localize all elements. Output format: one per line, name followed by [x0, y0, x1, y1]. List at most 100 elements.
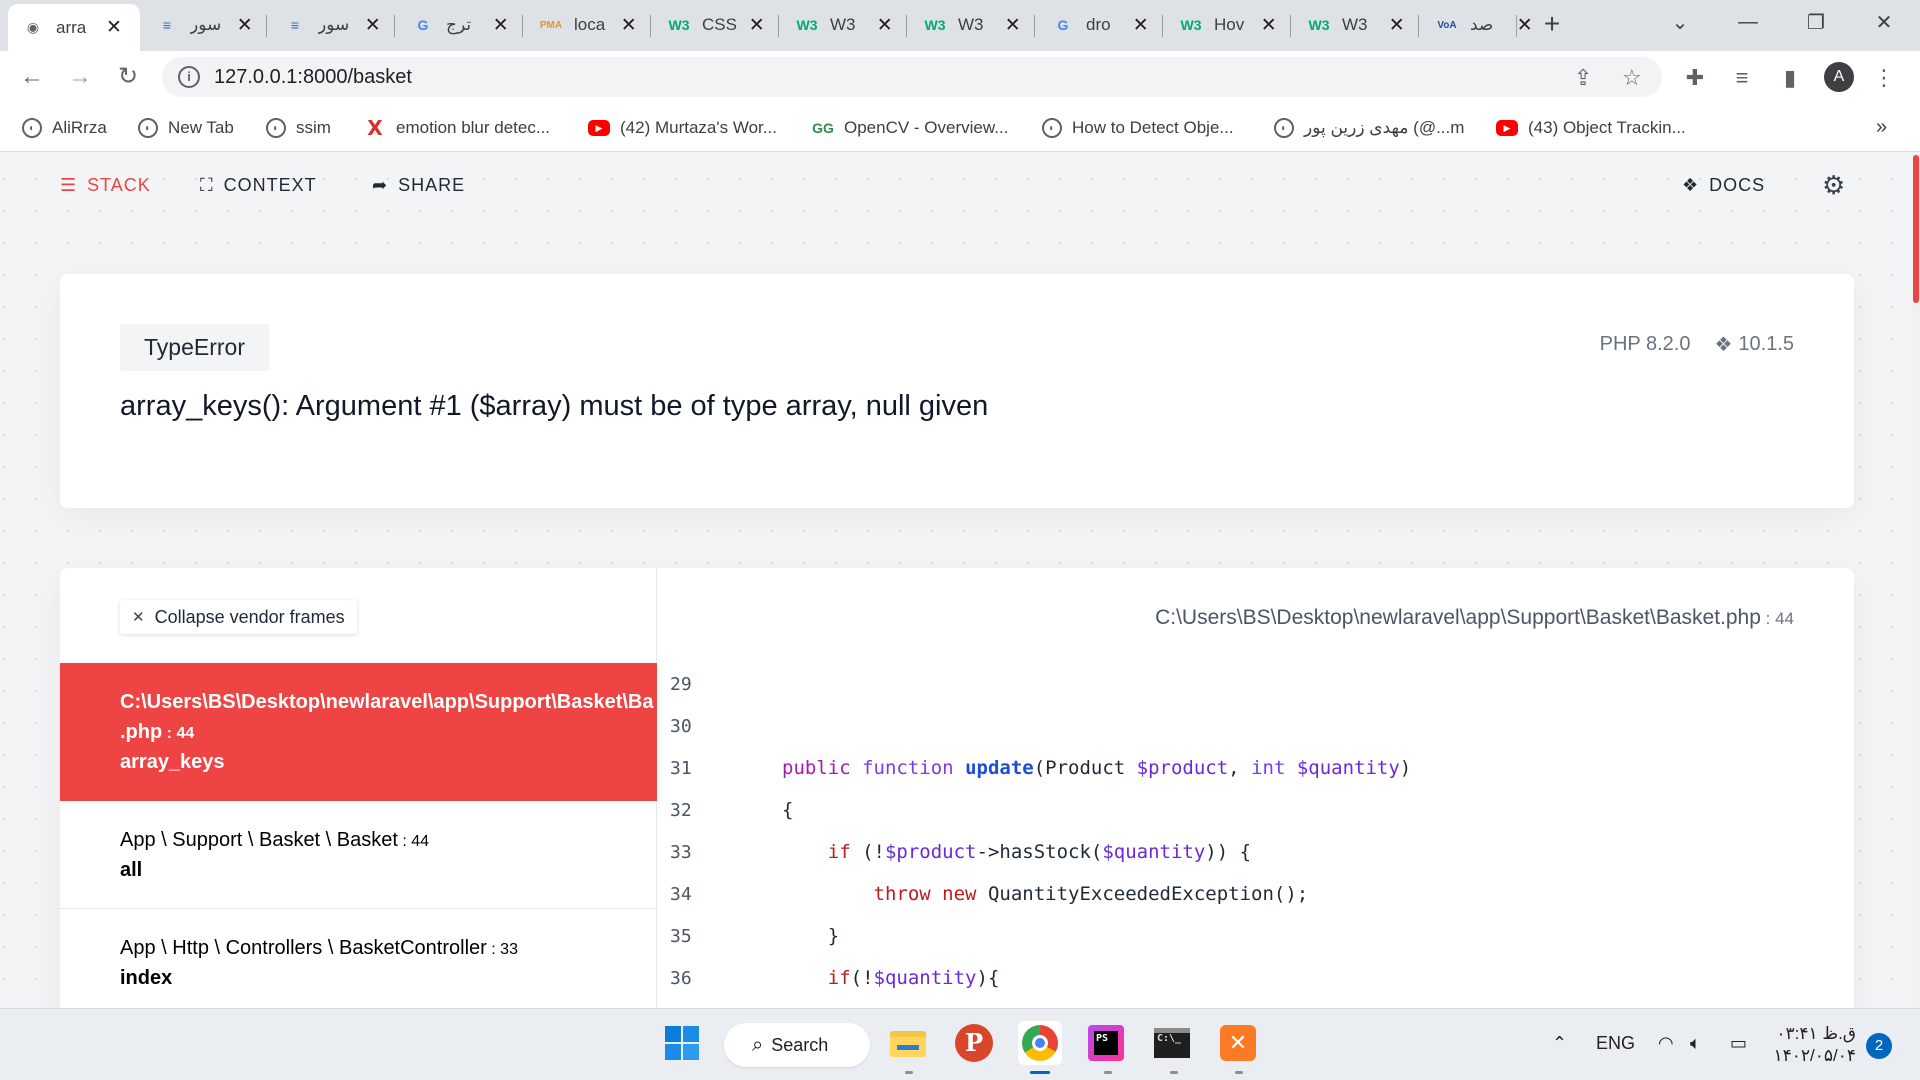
tab-separator: [266, 15, 267, 37]
browser-tab[interactable]: G ترج ✕: [398, 5, 520, 45]
nav-context[interactable]: ⛶ CONTEXT: [200, 175, 317, 196]
bookmark-star-icon[interactable]: ☆: [1622, 65, 1642, 91]
media-control-icon[interactable]: ≡: [1728, 65, 1756, 91]
extensions-icon[interactable]: ✚: [1681, 65, 1709, 91]
wifi-icon[interactable]: ◠: [1658, 1033, 1674, 1054]
tab-close-icon[interactable]: ✕: [235, 14, 254, 37]
close-window-icon[interactable]: ✕: [1856, 0, 1912, 44]
line-number[interactable]: 32: [658, 800, 708, 821]
profile-avatar[interactable]: A: [1824, 62, 1854, 92]
restore-icon[interactable]: ❐: [1788, 0, 1844, 44]
bookmark-item[interactable]: ◐ How to Detect Obje...: [1042, 114, 1234, 142]
stack-frame[interactable]: App \ Support \ Basket \ Basket : 44 all: [60, 801, 657, 909]
menu-kebab-icon[interactable]: ⋮: [1870, 65, 1898, 91]
bookmark-item[interactable]: ▶ (43) Object Trackin...: [1496, 114, 1686, 142]
globe-icon: ◐: [266, 118, 286, 138]
volume-icon[interactable]: 🔈︎: [1690, 1033, 1701, 1054]
terminal-app-icon[interactable]: C:\_: [1150, 1021, 1194, 1065]
taskbar-search[interactable]: ⌕ Search: [724, 1023, 870, 1067]
url-text[interactable]: 127.0.0.1:8000/basket: [214, 66, 412, 89]
code-line: 31 public function update(Product $produc…: [658, 747, 1854, 789]
notification-badge[interactable]: 2: [1866, 1033, 1892, 1059]
tab-close-icon[interactable]: ✕: [1003, 14, 1022, 37]
tray-overflow-icon[interactable]: ⌃: [1552, 1033, 1567, 1054]
xampp-app-icon[interactable]: ✕: [1216, 1021, 1260, 1065]
line-number[interactable]: 30: [658, 716, 708, 737]
tab-separator: [906, 15, 907, 37]
share-icon[interactable]: ⇪: [1574, 65, 1592, 91]
code-line: 29: [658, 663, 1854, 705]
minimize-icon[interactable]: —: [1720, 0, 1776, 44]
php-version: PHP 8.2.0: [1599, 333, 1691, 355]
windows-logo-icon: [665, 1026, 699, 1060]
browser-tab[interactable]: Gdro ✕: [1038, 5, 1160, 45]
side-panel-icon[interactable]: ▮: [1776, 65, 1804, 91]
collapse-vendor-frames-button[interactable]: ✕ Collapse vendor frames: [120, 600, 357, 634]
postman-app-icon[interactable]: P: [952, 1021, 996, 1065]
tab-close-icon[interactable]: ✕: [104, 16, 124, 39]
tab-close-icon[interactable]: ✕: [875, 14, 894, 37]
browser-tab[interactable]: VoA صد ✕: [1422, 5, 1544, 45]
bookmark-item[interactable]: ◐ New Tab: [138, 114, 234, 142]
system-clock[interactable]: ۰۳:۴۱ ق.ظ ۱۴۰۲/۰۵/۰۴: [1770, 1023, 1857, 1067]
ignition-nav: ☰ STACK ⛶ CONTEXT ➦ SHARE ❖ DOCS ⚙: [0, 153, 1910, 217]
line-number[interactable]: 36: [658, 968, 708, 989]
line-number[interactable]: 31: [658, 758, 708, 779]
site-info-icon[interactable]: i: [178, 66, 200, 88]
bookmark-label: (42) Murtaza's Wor...: [620, 118, 777, 137]
tab-close-icon[interactable]: ✕: [363, 14, 382, 37]
tab-close-icon[interactable]: ✕: [1515, 14, 1534, 37]
browser-tab[interactable]: W3 Hov ✕: [1166, 5, 1288, 45]
file-path[interactable]: C:\Users\BS\Desktop\newlaravel\app\Suppo…: [1155, 606, 1794, 630]
line-number[interactable]: 29: [658, 674, 708, 695]
settings-gear-icon[interactable]: ⚙: [1822, 170, 1845, 201]
back-arrow-icon[interactable]: ←: [12, 57, 52, 97]
browser-tab[interactable]: W3 CSS ✕: [654, 5, 776, 45]
chrome-app-icon[interactable]: [1018, 1021, 1062, 1065]
scrollbar-thumb[interactable]: [1913, 155, 1919, 303]
tab-close-icon[interactable]: ✕: [619, 14, 638, 37]
tab-separator: [778, 15, 779, 37]
tab-close-icon[interactable]: ✕: [747, 14, 766, 37]
line-number[interactable]: 33: [658, 842, 708, 863]
bookmark-item[interactable]: GG OpenCV - Overview...: [812, 114, 1008, 142]
globe-icon: ◐: [22, 118, 42, 138]
battery-icon[interactable]: ▭: [1730, 1033, 1747, 1054]
tab-close-icon[interactable]: ✕: [491, 14, 510, 37]
language-indicator[interactable]: ENG: [1596, 1033, 1635, 1054]
stack-frame[interactable]: C:\Users\BS\Desktop\newlaravel\app\Suppo…: [60, 663, 657, 801]
reload-icon[interactable]: ↻: [108, 57, 148, 97]
address-bar[interactable]: i 127.0.0.1:8000/basket ⇪ ☆: [162, 57, 1662, 97]
start-button[interactable]: [660, 1021, 704, 1065]
browser-tab[interactable]: PMA loca ✕: [526, 5, 648, 45]
nav-stack[interactable]: ☰ STACK: [60, 175, 151, 196]
bookmark-item[interactable]: ◐ مهدی زرین پور (@...m: [1274, 114, 1464, 142]
bookmark-item[interactable]: ◐ ssim: [266, 114, 331, 142]
browser-tab[interactable]: ◉ arra ✕: [8, 4, 140, 51]
tab-close-icon[interactable]: ✕: [1387, 14, 1406, 37]
page-scrollbar[interactable]: [1912, 153, 1920, 1008]
stack-frame[interactable]: App \ Http \ Controllers \ BasketControl…: [60, 909, 657, 1008]
forward-arrow-icon[interactable]: →: [60, 57, 100, 97]
phpstorm-app-icon[interactable]: PS: [1084, 1021, 1128, 1065]
browser-tab[interactable]: W3 W3 ✕: [1294, 5, 1416, 45]
bookmark-label: ssim: [296, 118, 331, 137]
browser-tab[interactable]: ≡ سور ✕: [142, 5, 264, 45]
nav-docs[interactable]: ❖ DOCS: [1682, 175, 1765, 196]
browser-tab[interactable]: W3 W3 ✕: [782, 5, 904, 45]
bookmarks-overflow-icon[interactable]: »: [1876, 116, 1887, 139]
bookmark-item[interactable]: Ⅹemotion blur detec...: [364, 114, 550, 142]
globe-icon: ◐: [1274, 118, 1294, 138]
file-explorer-icon[interactable]: [886, 1021, 930, 1065]
tab-title: arra: [56, 17, 87, 37]
line-number[interactable]: 35: [658, 926, 708, 947]
tab-close-icon[interactable]: ✕: [1259, 14, 1278, 37]
tab-search-icon[interactable]: ⌄: [1652, 0, 1708, 44]
nav-share[interactable]: ➦ SHARE: [372, 175, 465, 196]
bookmark-item[interactable]: ▶ (42) Murtaza's Wor...: [588, 114, 777, 142]
browser-tab[interactable]: ≡ سور ✕: [270, 5, 392, 45]
line-number[interactable]: 34: [658, 884, 708, 905]
tab-close-icon[interactable]: ✕: [1131, 14, 1150, 37]
browser-tab[interactable]: W3 W3 ✕: [910, 5, 1032, 45]
bookmark-item[interactable]: ◐ AliRrza: [22, 114, 107, 142]
